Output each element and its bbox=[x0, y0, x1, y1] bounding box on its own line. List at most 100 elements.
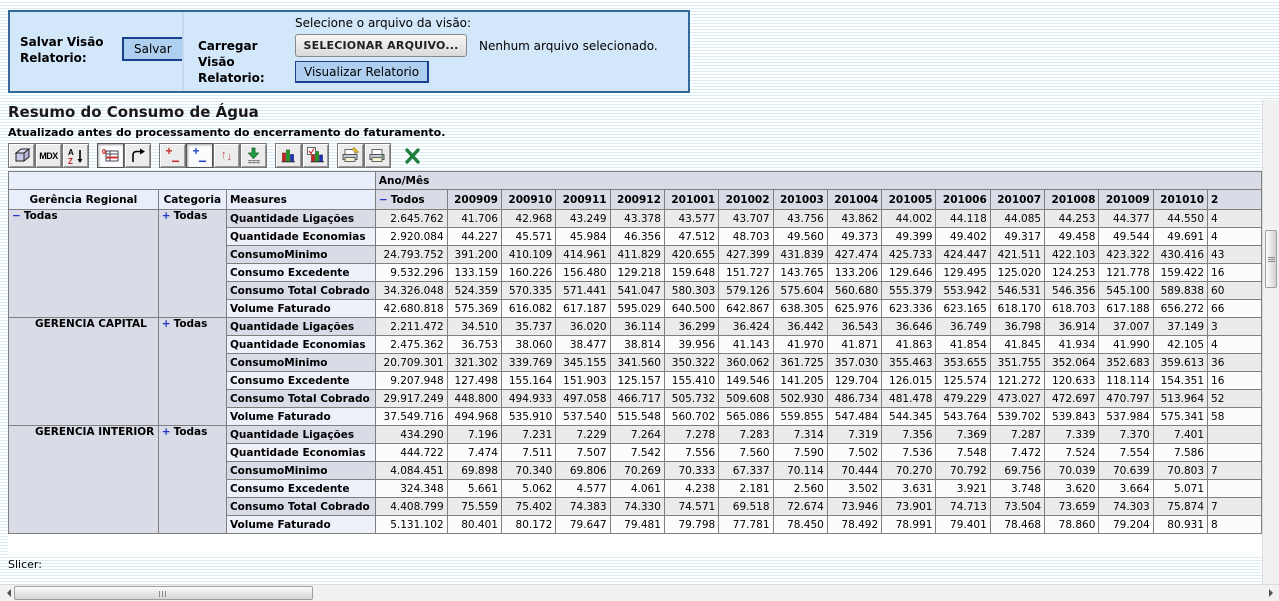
cube-navigator-button[interactable] bbox=[8, 143, 35, 168]
mdx-editor-button[interactable]: MDX bbox=[35, 143, 62, 168]
column-header-month: 200910 bbox=[501, 190, 555, 210]
value-cell: 70.269 bbox=[610, 462, 664, 480]
value-cell: 41.990 bbox=[1099, 336, 1153, 354]
drill-position-button[interactable]: +− bbox=[186, 143, 213, 168]
value-cell: 656.272 bbox=[1153, 300, 1207, 318]
sort-az-icon: A Z bbox=[67, 147, 85, 165]
value-cell-clipped: 66 bbox=[1208, 300, 1262, 318]
measure-label-cell: Consumo Total Cobrado bbox=[226, 282, 375, 300]
category-member-cell[interactable]: +Todas bbox=[158, 426, 226, 534]
value-cell: 41.854 bbox=[936, 336, 990, 354]
value-cell: 565.086 bbox=[719, 408, 773, 426]
region-member-cell[interactable]: GERENCIA CAPITAL bbox=[9, 318, 159, 426]
value-cell: 69.806 bbox=[556, 462, 610, 480]
category-member-cell[interactable]: +Todas bbox=[158, 318, 226, 426]
value-cell: 73.504 bbox=[990, 498, 1044, 516]
value-cell: 73.659 bbox=[1045, 498, 1099, 516]
value-cell: 78.991 bbox=[882, 516, 936, 534]
value-cell: 67.337 bbox=[719, 462, 773, 480]
chart-config-button[interactable] bbox=[302, 143, 329, 168]
value-cell: 7.229 bbox=[556, 426, 610, 444]
horizontal-scrollbar[interactable] bbox=[0, 584, 1279, 601]
sort-button[interactable]: A Z bbox=[62, 143, 89, 168]
expand-toggle-icon[interactable]: − bbox=[12, 210, 21, 222]
vertical-scrollbar-thumb[interactable] bbox=[1265, 230, 1277, 288]
value-cell: 44.253 bbox=[1045, 210, 1099, 228]
value-cell: 159.648 bbox=[664, 264, 718, 282]
print-config-icon bbox=[341, 147, 361, 164]
scroll-right-arrow[interactable] bbox=[1262, 585, 1279, 601]
category-member-cell[interactable]: +Todas bbox=[158, 210, 226, 318]
value-cell: 69.756 bbox=[990, 462, 1044, 480]
export-excel-button[interactable] bbox=[399, 143, 426, 168]
vertical-scrollbar[interactable] bbox=[1262, 100, 1279, 584]
value-cell: 38.477 bbox=[556, 336, 610, 354]
value-cell: 481.478 bbox=[882, 390, 936, 408]
value-cell: 35.737 bbox=[501, 318, 555, 336]
value-cell: 80.172 bbox=[501, 516, 555, 534]
value-cell: 497.058 bbox=[556, 390, 610, 408]
value-cell-total: 4.408.799 bbox=[375, 498, 447, 516]
print-pdf-button[interactable] bbox=[364, 143, 391, 168]
value-cell: 44.002 bbox=[882, 210, 936, 228]
value-cell: 36.424 bbox=[719, 318, 773, 336]
show-parents-button[interactable]: 0 bbox=[97, 143, 124, 168]
region-member-label: Todas bbox=[24, 210, 58, 222]
value-cell: 49.560 bbox=[773, 228, 827, 246]
region-member-cell[interactable]: GERENCIA INTERIOR bbox=[9, 426, 159, 534]
value-cell: 546.356 bbox=[1045, 282, 1099, 300]
drill-through-button[interactable] bbox=[240, 143, 267, 168]
value-cell: 129.218 bbox=[610, 264, 664, 282]
value-cell: 427.399 bbox=[719, 246, 773, 264]
measure-label-cell: Volume Faturado bbox=[226, 300, 375, 318]
value-cell: 44.227 bbox=[447, 228, 501, 246]
value-cell: 129.495 bbox=[936, 264, 990, 282]
value-cell: 129.646 bbox=[882, 264, 936, 282]
value-cell: 42.968 bbox=[501, 210, 555, 228]
expand-toggle-icon[interactable]: + bbox=[162, 318, 171, 330]
drill-member-button[interactable]: +− bbox=[159, 143, 186, 168]
column-header-category: Categoria bbox=[158, 190, 226, 210]
column-member-todos[interactable]: −Todos bbox=[375, 190, 447, 210]
value-cell: 156.480 bbox=[556, 264, 610, 282]
drill-replace-button[interactable]: ↑↓ bbox=[213, 143, 240, 168]
value-cell: 352.683 bbox=[1099, 354, 1153, 372]
save-button[interactable]: Salvar bbox=[122, 37, 184, 61]
value-cell: 617.188 bbox=[1099, 300, 1153, 318]
horizontal-scrollbar-thumb[interactable] bbox=[14, 586, 313, 600]
value-cell: 535.910 bbox=[501, 408, 555, 426]
value-cell: 360.062 bbox=[719, 354, 773, 372]
view-report-button[interactable]: Visualizar Relatorio bbox=[295, 61, 429, 83]
table-header-row: Ano/Mês bbox=[9, 172, 1262, 190]
value-cell: 410.109 bbox=[501, 246, 555, 264]
collapse-icon[interactable]: − bbox=[379, 194, 388, 206]
value-cell: 74.330 bbox=[610, 498, 664, 516]
value-cell: 575.369 bbox=[447, 300, 501, 318]
value-cell: 42.105 bbox=[1153, 336, 1207, 354]
value-cell: 539.843 bbox=[1045, 408, 1099, 426]
select-file-button[interactable]: SELECIONAR ARQUIVO... bbox=[295, 34, 467, 57]
expand-toggle-icon[interactable]: + bbox=[162, 426, 171, 438]
table-row: −Todas+TodasQuantidade Ligações2.645.762… bbox=[9, 210, 1262, 228]
value-cell: 41.863 bbox=[882, 336, 936, 354]
value-cell: 74.571 bbox=[664, 498, 718, 516]
swap-axes-button[interactable] bbox=[124, 143, 151, 168]
value-cell: 7.507 bbox=[556, 444, 610, 462]
measure-label-cell: ConsumoMinimo bbox=[226, 354, 375, 372]
value-cell: 41.845 bbox=[990, 336, 1044, 354]
column-header-measures: Measures bbox=[226, 190, 375, 210]
region-member-cell[interactable]: −Todas bbox=[9, 210, 159, 318]
drill-replace-icon: ↑↓ bbox=[221, 150, 232, 161]
value-cell: 595.029 bbox=[610, 300, 664, 318]
value-cell: 74.713 bbox=[936, 498, 990, 516]
value-cell: 321.302 bbox=[447, 354, 501, 372]
value-cell: 4.577 bbox=[556, 480, 610, 498]
left-triangle-icon bbox=[7, 589, 11, 597]
category-member-label: Todas bbox=[174, 426, 208, 438]
show-chart-button[interactable] bbox=[275, 143, 302, 168]
print-config-button[interactable] bbox=[337, 143, 364, 168]
value-cell: 3.620 bbox=[1045, 480, 1099, 498]
value-cell: 75.402 bbox=[501, 498, 555, 516]
expand-toggle-icon[interactable]: + bbox=[162, 210, 171, 222]
column-header-month: 200911 bbox=[556, 190, 610, 210]
